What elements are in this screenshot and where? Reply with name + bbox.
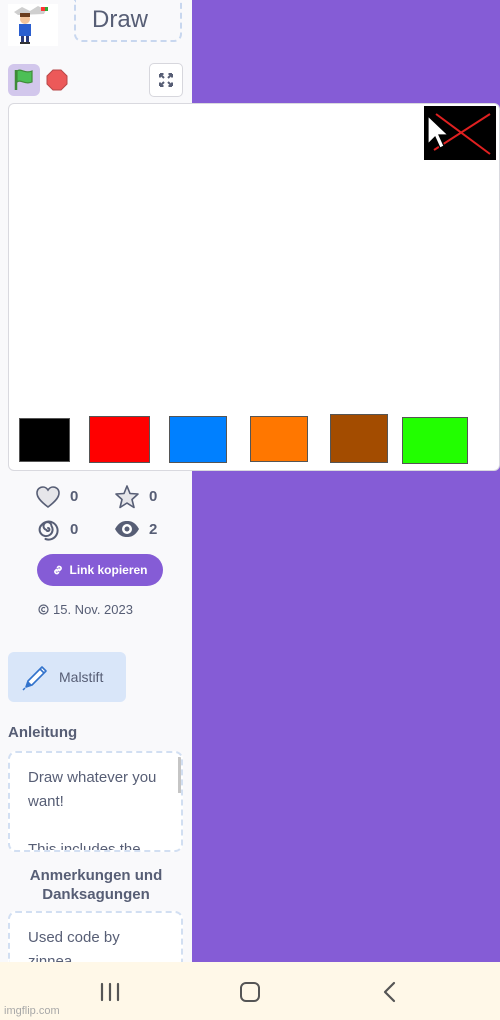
link-icon bbox=[54, 565, 63, 575]
project-title-field[interactable]: Draw bbox=[74, 0, 182, 42]
copy-link-label: Link kopieren bbox=[69, 563, 148, 577]
color-swatch-orange[interactable] bbox=[250, 416, 308, 462]
color-swatch-blue[interactable] bbox=[169, 416, 227, 463]
views-count: 2 bbox=[149, 521, 158, 538]
notes-heading-line: Danksagungen bbox=[42, 886, 150, 903]
green-flag-icon bbox=[14, 69, 33, 90]
copy-link-button[interactable]: Link kopieren bbox=[37, 554, 163, 586]
instructions-heading: Anleitung bbox=[8, 724, 78, 741]
color-swatch-black[interactable] bbox=[19, 418, 70, 462]
notes-line: Used code by bbox=[28, 929, 120, 946]
system-navigation-bar bbox=[0, 962, 500, 1020]
notes-line: zinnea bbox=[28, 953, 73, 962]
star-icon[interactable] bbox=[114, 484, 140, 510]
pen-icon bbox=[22, 666, 47, 691]
favorites-count: 0 bbox=[149, 488, 158, 505]
eye-icon bbox=[115, 521, 139, 537]
instructions-line bbox=[28, 814, 163, 838]
recent-apps-icon[interactable] bbox=[98, 981, 122, 1003]
instructions-line: want! bbox=[28, 793, 64, 810]
clear-canvas-icon[interactable] bbox=[424, 106, 496, 160]
color-swatch-red[interactable] bbox=[89, 416, 150, 463]
instructions-scrollbar[interactable] bbox=[178, 757, 181, 793]
back-icon[interactable] bbox=[380, 981, 400, 1003]
imgflip-watermark: imgflip.com bbox=[4, 1005, 60, 1017]
pen-extension-tag[interactable]: Malstift bbox=[8, 652, 126, 702]
notes-textbox[interactable]: Used code by zinnea bbox=[8, 911, 183, 962]
notes-heading-line: Anmerkungen und bbox=[29, 867, 163, 884]
instructions-textbox[interactable]: Draw whatever you want! This includes th… bbox=[8, 751, 183, 852]
green-flag-button[interactable] bbox=[8, 64, 40, 96]
heart-icon[interactable] bbox=[35, 485, 61, 509]
stop-icon[interactable] bbox=[46, 69, 68, 91]
pen-extension-label: Malstift bbox=[59, 669, 104, 685]
shared-date: 15. Nov. 2023 bbox=[38, 602, 133, 617]
instructions-line: This includes the bbox=[28, 841, 141, 852]
instructions-line: Draw whatever you bbox=[28, 769, 157, 786]
color-swatch-brown[interactable] bbox=[330, 414, 388, 463]
fullscreen-icon bbox=[159, 73, 173, 87]
remix-icon bbox=[38, 520, 59, 541]
notes-heading: Anmerkungen und Danksagungen bbox=[8, 866, 184, 904]
copyright-icon bbox=[38, 604, 49, 615]
color-swatch-green[interactable] bbox=[402, 417, 468, 464]
project-title: Draw bbox=[92, 6, 149, 33]
date-text: 15. Nov. 2023 bbox=[53, 602, 133, 617]
home-icon[interactable] bbox=[238, 981, 262, 1003]
fullscreen-button[interactable] bbox=[149, 63, 183, 97]
likes-count: 0 bbox=[70, 488, 79, 505]
user-avatar[interactable] bbox=[8, 4, 58, 46]
remixes-count: 0 bbox=[70, 521, 79, 538]
